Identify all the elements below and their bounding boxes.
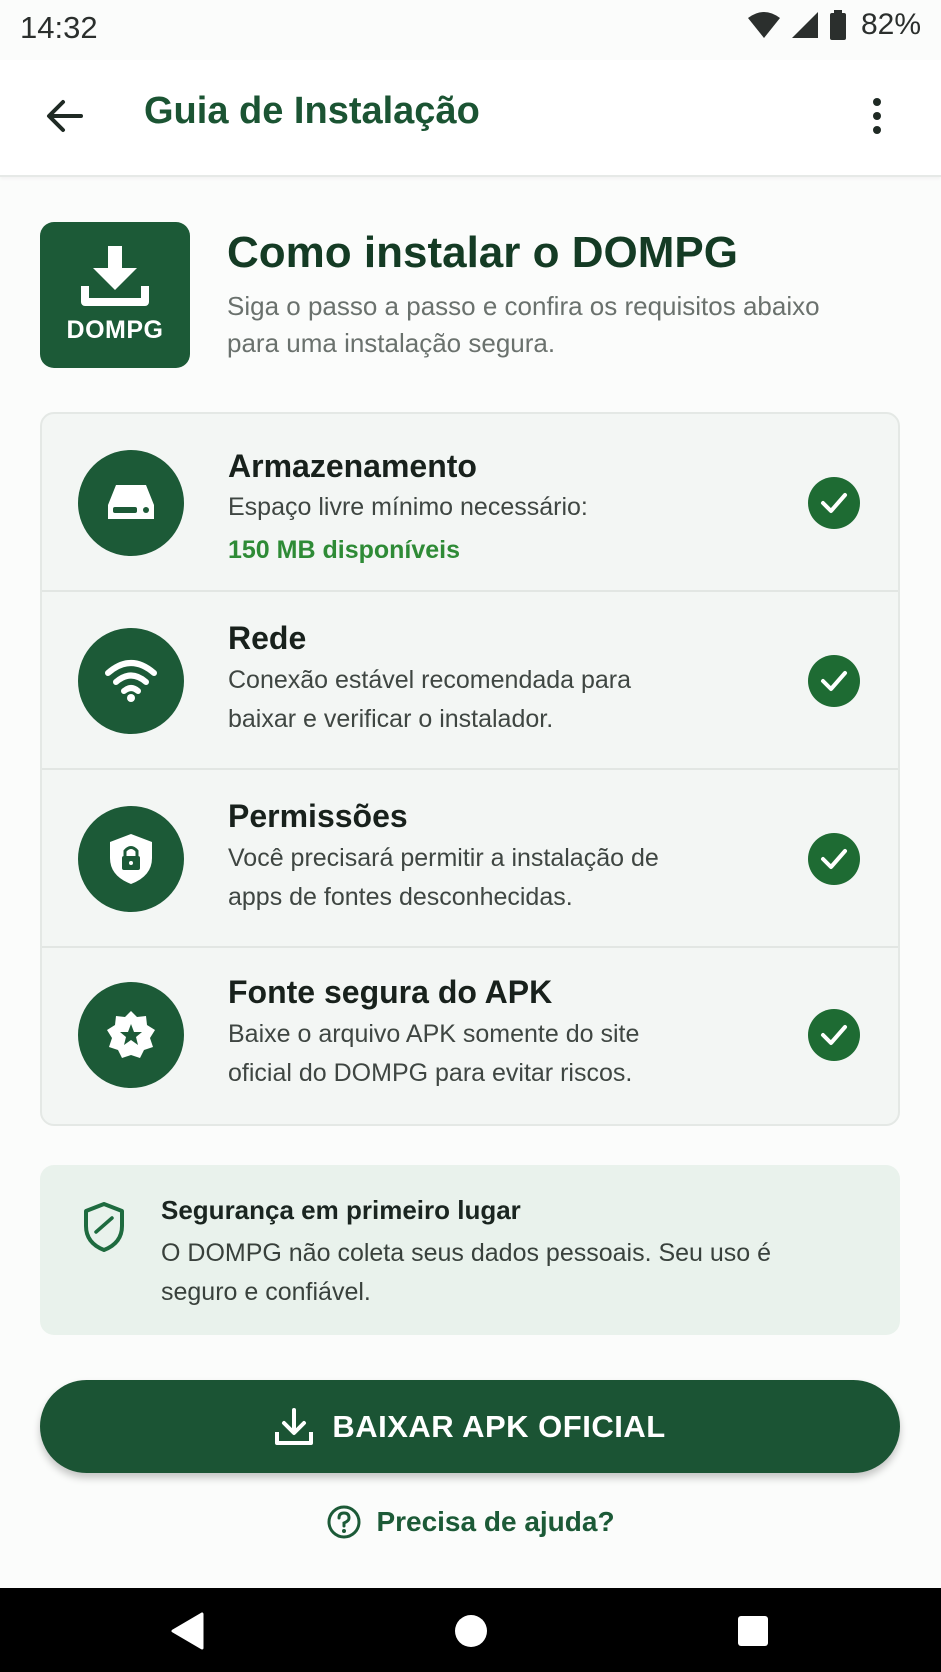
requirement-title: Permissões xyxy=(228,798,408,834)
battery-percentage: 82% xyxy=(860,8,921,41)
overflow-menu-button[interactable] xyxy=(849,88,905,144)
requirement-title: Armazenamento xyxy=(228,448,477,484)
status-time: 14:32 xyxy=(20,10,98,45)
download-icon xyxy=(81,246,149,306)
wifi-icon xyxy=(78,628,184,734)
circle-home-icon xyxy=(455,1615,487,1647)
back-button[interactable] xyxy=(36,88,92,144)
requirement-description: Baixe o arquivo APK somente do site ofic… xyxy=(228,1020,640,1087)
wifi-status-icon xyxy=(747,11,781,39)
help-link[interactable]: Precisa de ajuda? xyxy=(0,1504,941,1540)
check-icon xyxy=(808,655,860,707)
verified-badge-icon xyxy=(78,982,184,1088)
download-apk-label: BAIXAR APK OFICIAL xyxy=(332,1408,666,1444)
status-bar: 14:32 82% xyxy=(0,0,941,60)
requirement-title: Rede xyxy=(228,620,307,656)
help-circle-icon xyxy=(327,1505,361,1539)
requirement-description: Você precisará permitir a instalação de … xyxy=(228,844,659,911)
nav-recents-button[interactable] xyxy=(728,1606,778,1656)
requirement-permissions: Permissões Você precisará permitir a ins… xyxy=(42,770,898,948)
storage-icon xyxy=(78,450,184,556)
status-icons: 82% xyxy=(747,8,921,42)
shield-lock-icon xyxy=(78,806,184,912)
triangle-back-icon xyxy=(171,1612,204,1650)
app-bar: Guia de Instalação xyxy=(0,60,941,177)
nav-back-button[interactable] xyxy=(162,1606,212,1656)
help-link-label: Precisa de ajuda? xyxy=(376,1506,615,1537)
system-navigation-bar xyxy=(0,1588,941,1672)
app-bar-title: Guia de Instalação xyxy=(144,90,480,132)
logo-text: DOMPG xyxy=(66,316,164,344)
requirement-safe-source: Fonte segura do APK Baixe o arquivo APK … xyxy=(42,948,898,1124)
more-vert-icon xyxy=(873,98,881,134)
battery-icon xyxy=(829,10,847,40)
requirement-network: Rede Conexão estável recomendada para ba… xyxy=(42,592,898,770)
requirement-storage: Armazenamento Espaço livre mínimo necess… xyxy=(42,414,898,592)
nav-home-button[interactable] xyxy=(446,1606,496,1656)
requirement-title: Fonte segura do APK xyxy=(228,974,553,1010)
download-icon xyxy=(275,1407,314,1445)
arrow-back-icon xyxy=(47,100,83,132)
requirements-card: Armazenamento Espaço livre mínimo necess… xyxy=(40,412,900,1126)
storage-available: 150 MB disponíveis xyxy=(228,536,461,564)
page-heading: Como instalar o DOMPG xyxy=(227,228,738,277)
page-subtitle: Siga o passo a passo e confira os requis… xyxy=(227,291,820,358)
download-apk-button[interactable]: BAIXAR APK OFICIAL xyxy=(40,1380,900,1473)
security-note-title: Segurança em primeiro lugar xyxy=(161,1195,521,1225)
check-icon xyxy=(808,477,860,529)
security-note-text: O DOMPG não coleta seus dados pessoais. … xyxy=(161,1239,772,1306)
app-logo: DOMPG xyxy=(40,222,190,368)
shield-check-icon xyxy=(82,1201,126,1258)
signal-icon xyxy=(791,11,819,39)
check-icon xyxy=(808,1009,860,1061)
check-icon xyxy=(808,833,860,885)
square-recents-icon xyxy=(738,1616,768,1646)
requirement-description: Conexão estável recomendada para baixar … xyxy=(228,666,632,733)
requirement-description: Espaço livre mínimo necessário: xyxy=(228,493,588,521)
security-note: Segurança em primeiro lugar O DOMPG não … xyxy=(40,1165,900,1335)
